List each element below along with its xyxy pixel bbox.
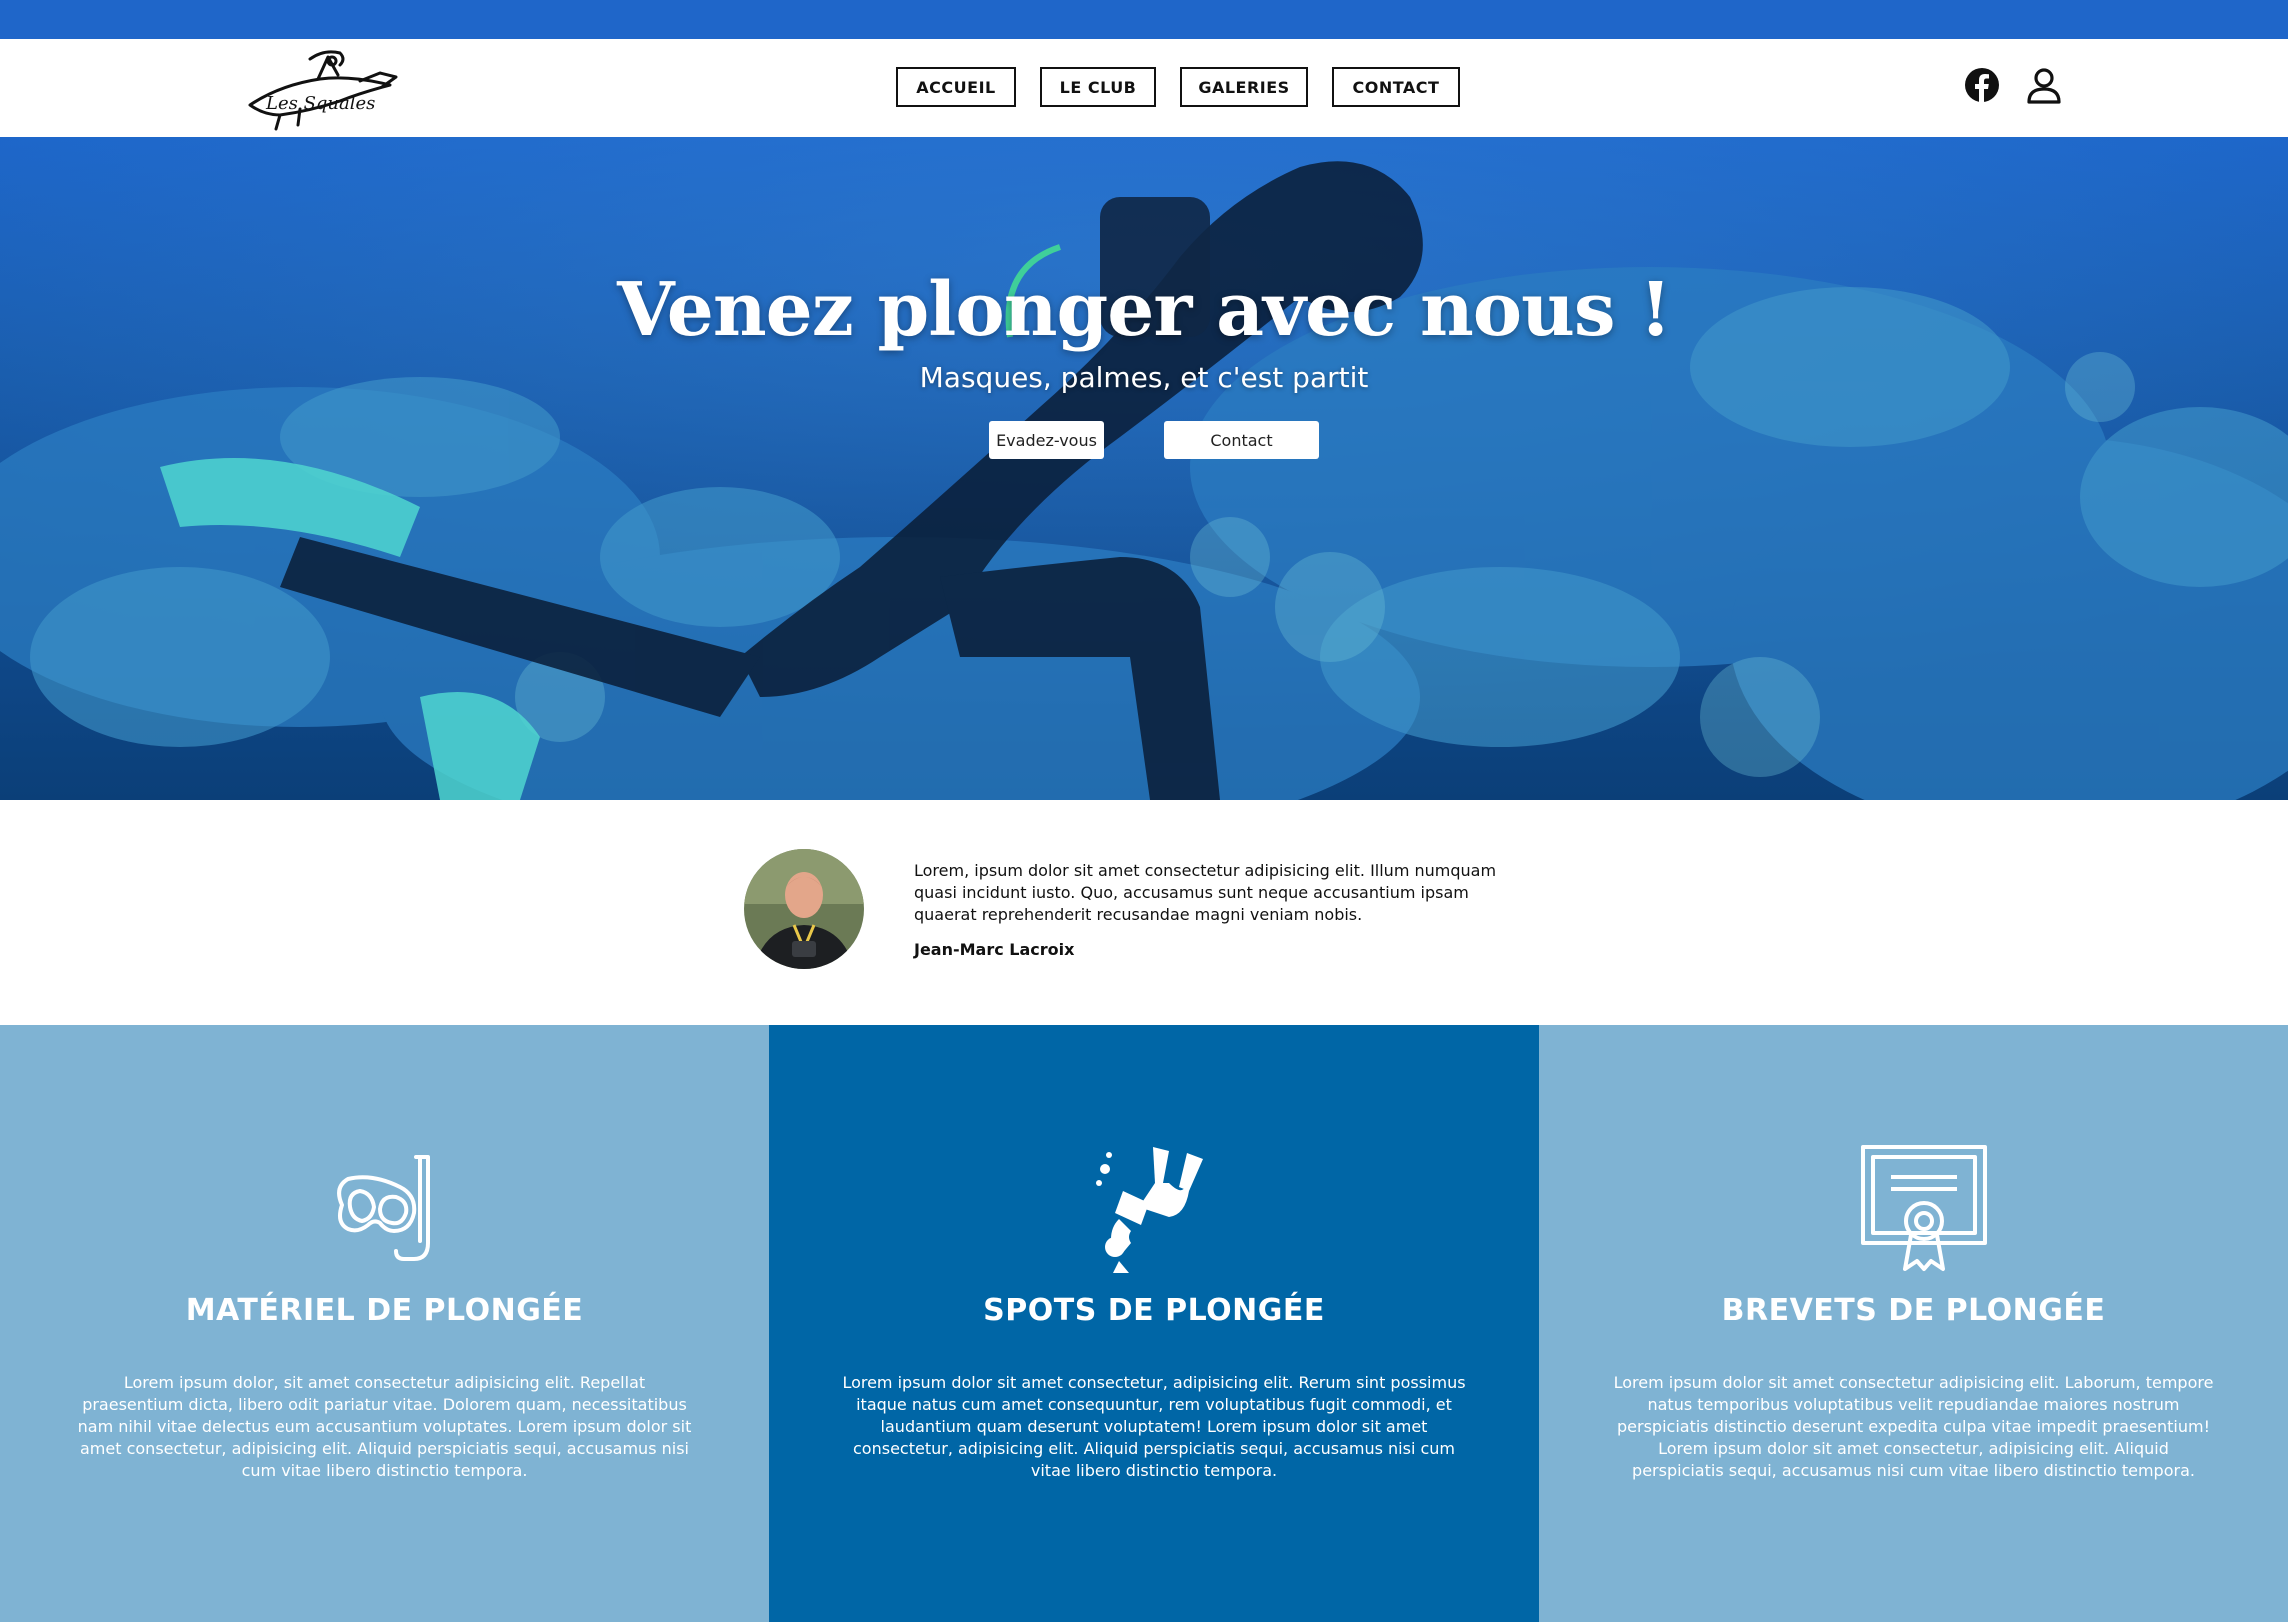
- evadez-vous-button[interactable]: Evadez-vous: [989, 421, 1104, 459]
- feature-text: Lorem ipsum dolor sit amet consectetur, …: [842, 1373, 1466, 1480]
- main-nav: ACCUEIL LE CLUB GALERIES CONTACT: [896, 67, 1460, 107]
- feature-brevets: BREVETS DE PLONGÉE Lorem ipsum dolor sit…: [1539, 1025, 2288, 1622]
- user-icon[interactable]: [2024, 65, 2064, 105]
- diving-mask-icon: [320, 1143, 450, 1273]
- feature-text: Lorem ipsum dolor sit amet consectetur a…: [1613, 1373, 2214, 1480]
- scuba-diver-icon: [1089, 1143, 1219, 1273]
- feature-materiel: MATÉRIEL DE PLONGÉE Lorem ipsum dolor, s…: [0, 1025, 769, 1622]
- nav-icons: [1962, 65, 2064, 105]
- club-logo[interactable]: Les Squales: [240, 45, 400, 133]
- hero-contact-button[interactable]: Contact: [1164, 421, 1319, 459]
- hero-buttons: Evadez-vous Contact: [989, 421, 1319, 459]
- feature-title: SPOTS DE PLONGÉE: [983, 1293, 1325, 1328]
- testimonial-quote: Lorem, ipsum dolor sit amet consectetur …: [914, 861, 1497, 924]
- nav-le-club-button[interactable]: LE CLUB: [1040, 67, 1156, 107]
- hero-subtitle: Masques, palmes, et c'est partit: [919, 361, 1369, 394]
- facebook-icon[interactable]: [1962, 65, 2002, 105]
- feature-spots: SPOTS DE PLONGÉE Lorem ipsum dolor sit a…: [769, 1025, 1539, 1622]
- testimonial: Lorem, ipsum dolor sit amet consectetur …: [0, 800, 2288, 1025]
- testimonial-author: Jean-Marc Lacroix: [914, 940, 1075, 959]
- feature-title: MATÉRIEL DE PLONGÉE: [185, 1293, 584, 1328]
- nav-galeries-button[interactable]: GALERIES: [1180, 67, 1308, 107]
- feature-text: Lorem ipsum dolor, sit amet consectetur …: [77, 1373, 692, 1480]
- svg-text:Les Squales: Les Squales: [265, 93, 375, 114]
- nav-accueil-button[interactable]: ACCUEIL: [896, 67, 1016, 107]
- hero-title: Venez plonger avec nous !: [617, 267, 1672, 353]
- certificate-icon: [1859, 1143, 1989, 1273]
- navbar: Les Squales ACCUEIL LE CLUB GALERIES CON…: [0, 39, 2288, 137]
- features-section: MATÉRIEL DE PLONGÉE Lorem ipsum dolor, s…: [0, 1025, 2288, 1622]
- feature-title: BREVETS DE PLONGÉE: [1721, 1293, 2106, 1328]
- top-accent-strip: [0, 0, 2288, 39]
- nav-contact-button[interactable]: CONTACT: [1332, 67, 1460, 107]
- avatar: [744, 849, 864, 969]
- hero-banner: Venez plonger avec nous ! Masques, palme…: [0, 137, 2288, 800]
- underwater-photo: [0, 137, 2288, 800]
